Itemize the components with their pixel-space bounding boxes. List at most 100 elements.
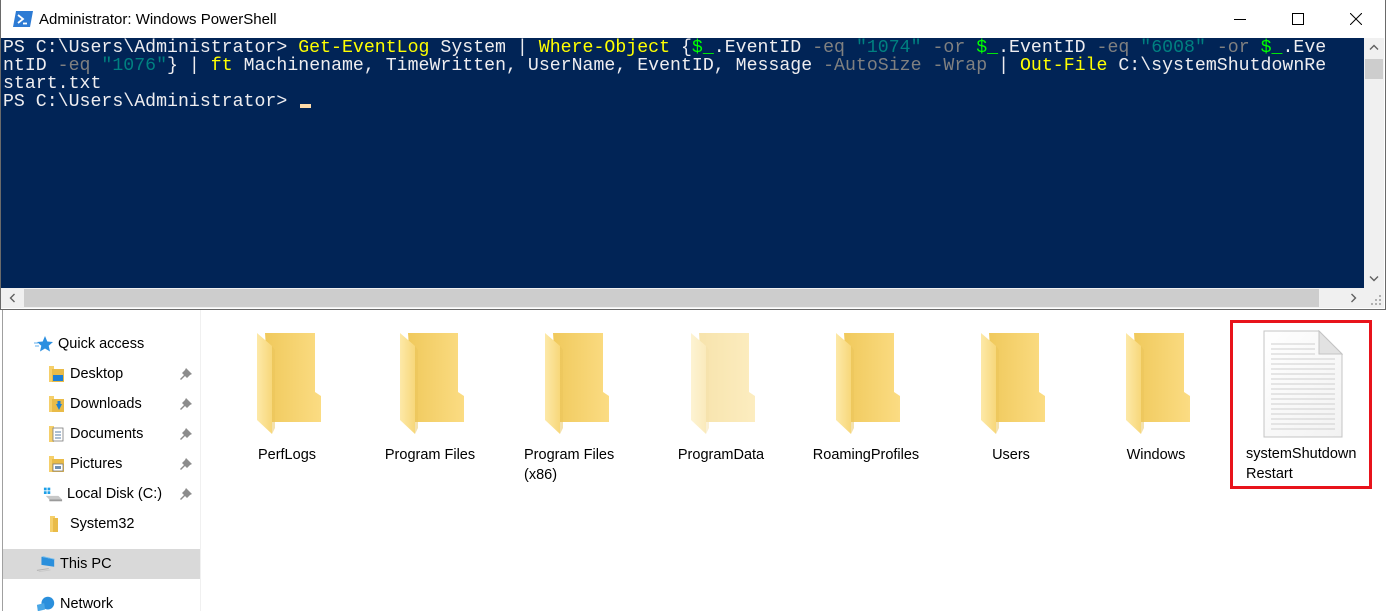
nav-item-system32[interactable]: System32 — [3, 509, 200, 539]
console-token-str: "1074" — [855, 38, 922, 58]
hidden-folder-icon — [691, 333, 755, 434]
file-item-highlighted[interactable]: systemShutdown Restart — [1230, 320, 1372, 489]
console-token-str: "1076" — [101, 56, 168, 76]
item-label: Users — [992, 447, 1030, 463]
console-line: start.txt — [3, 75, 1365, 93]
item-label: RoamingProfiles — [812, 447, 920, 463]
quick-access-star-icon — [34, 335, 54, 353]
nav-item-pictures[interactable]: Pictures — [3, 449, 200, 479]
minimize-icon — [1234, 19, 1246, 20]
pin-icon[interactable] — [179, 367, 193, 381]
console-token-plain: PS C:\Users\Administrator> — [3, 38, 299, 58]
folder-item[interactable]: PerfLogs — [222, 325, 352, 485]
this-pc-icon — [36, 555, 56, 573]
chevron-right-icon — [1351, 293, 1357, 303]
scroll-right-button[interactable] — [1343, 288, 1365, 308]
item-label-line: Program Files — [524, 447, 615, 463]
nav-item-this-pc[interactable]: This PC — [3, 549, 200, 579]
nav-label: Downloads — [70, 396, 142, 412]
folder-icon — [836, 333, 900, 434]
maximize-button[interactable] — [1269, 0, 1327, 38]
item-label: systemShutdown Restart — [1246, 444, 1356, 484]
nav-label: Network — [60, 596, 114, 611]
console-token-param: -or — [932, 38, 966, 58]
pin-icon[interactable] — [179, 397, 193, 411]
title-bar[interactable]: Administrator: Windows PowerShell — [1, 0, 1385, 38]
nav-label: Desktop — [70, 366, 124, 382]
console-line: ntID -eq "1076"} | ft Machinename, TimeW… — [3, 57, 1365, 75]
console-token-plain: .EventID — [713, 38, 813, 58]
powershell-icon — [13, 11, 33, 27]
folder-icon — [981, 333, 1045, 434]
horizontal-scroll-thumb[interactable] — [24, 289, 1319, 307]
folder-item[interactable]: Program Files (x86) — [510, 325, 640, 485]
item-label: ProgramData — [677, 447, 765, 463]
console-token-plain: System | — [429, 38, 539, 58]
resize-grip-icon — [1371, 295, 1381, 305]
console-token-plain — [1250, 38, 1261, 58]
item-label: PerfLogs — [257, 447, 317, 463]
console-token-plain: PS C:\Users\Administrator> — [3, 92, 299, 112]
pictures-folder-icon — [46, 455, 66, 473]
folder-item[interactable]: Users — [946, 325, 1076, 485]
console-token-var: $_ — [691, 38, 714, 58]
item-label-line: systemShutdown — [1246, 446, 1357, 462]
item-label-line: (x86) — [524, 467, 558, 483]
console-token-plain — [845, 38, 856, 58]
nav-item-documents[interactable]: Documents — [3, 419, 200, 449]
nav-label: System32 — [70, 516, 135, 532]
console-token-cmd: Get-EventLog — [298, 38, 430, 58]
item-label: Windows — [1126, 447, 1186, 463]
scroll-up-button[interactable] — [1364, 38, 1384, 56]
documents-folder-icon — [46, 425, 66, 443]
console-token-plain: Machinename, TimeWritten, UserName, Even… — [232, 56, 824, 76]
console-token-var: $_ — [1260, 38, 1283, 58]
chevron-up-icon — [1369, 44, 1379, 50]
pin-icon[interactable] — [179, 427, 193, 441]
console-token-cmd: Out-File — [1019, 56, 1108, 76]
vertical-scrollbar[interactable] — [1364, 38, 1384, 288]
close-button[interactable] — [1327, 0, 1385, 38]
console-token-plain — [965, 38, 976, 58]
nav-item-local-disk[interactable]: Local Disk (C:) — [3, 479, 200, 509]
nav-label: Pictures — [70, 456, 123, 472]
window-controls — [1211, 0, 1385, 38]
file-list: PerfLogs Program Files Program Files (x8… — [202, 310, 1386, 611]
console-token-plain — [90, 56, 101, 76]
scroll-down-button[interactable] — [1364, 270, 1384, 288]
console-token-plain: .EventID — [998, 38, 1097, 58]
resize-grip[interactable] — [1364, 288, 1384, 308]
console-token-plain: ntID — [3, 56, 58, 76]
console-token-plain — [1129, 38, 1140, 58]
file-explorer: Quick access Desktop Downloads Documents… — [0, 310, 1386, 611]
minimize-button[interactable] — [1211, 0, 1269, 38]
nav-label: Quick access — [58, 336, 145, 352]
folder-icon — [46, 515, 66, 533]
horizontal-scrollbar[interactable] — [1, 288, 1365, 308]
maximize-icon — [1292, 13, 1304, 25]
pin-icon[interactable] — [179, 457, 193, 471]
nav-item-network[interactable]: Network — [3, 589, 200, 611]
console-output[interactable]: PS C:\Users\Administrator> Get-EventLog … — [1, 38, 1365, 288]
chevron-left-icon — [9, 293, 15, 303]
scroll-left-button[interactable] — [1, 288, 23, 308]
console-token-cmd: Where-Object — [538, 38, 671, 58]
console-token-var: $_ — [976, 38, 999, 58]
nav-item-downloads[interactable]: Downloads — [3, 389, 200, 419]
console-token-plain — [922, 38, 933, 58]
folder-icon — [257, 333, 321, 434]
text-file-icon — [1263, 330, 1343, 438]
folder-icon — [400, 333, 464, 434]
console-token-plain — [922, 56, 933, 76]
vertical-scroll-thumb[interactable] — [1365, 59, 1383, 79]
folder-item[interactable]: Windows — [1091, 325, 1221, 485]
nav-item-desktop[interactable]: Desktop — [3, 359, 200, 389]
local-disk-icon — [43, 485, 63, 503]
item-label-line: Restart — [1246, 466, 1293, 482]
pin-icon[interactable] — [179, 487, 193, 501]
powershell-window: Administrator: Windows PowerShell PS C:\… — [0, 0, 1386, 310]
nav-item-quick-access[interactable]: Quick access — [3, 329, 200, 359]
folder-item[interactable]: ProgramData — [656, 325, 786, 485]
folder-item[interactable]: RoamingProfiles — [801, 325, 931, 485]
folder-item[interactable]: Program Files — [365, 325, 495, 485]
